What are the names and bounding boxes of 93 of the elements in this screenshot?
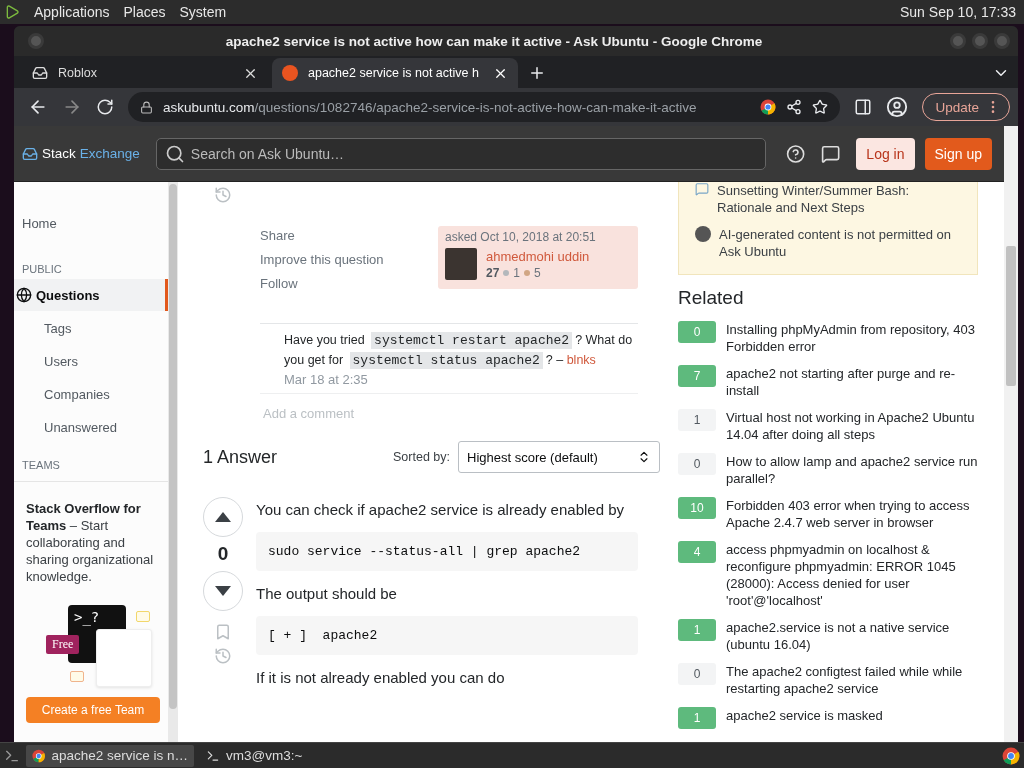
- scrollbar-thumb[interactable]: [1006, 246, 1016, 386]
- answer-count: 1 Answer: [203, 446, 279, 468]
- answer-score-tag: 7: [678, 365, 716, 387]
- search-field[interactable]: Search on Ask Ubuntu…: [155, 137, 766, 170]
- panel-menu[interactable]: System: [179, 4, 227, 20]
- down-triangle-icon: [215, 586, 231, 596]
- share-icon[interactable]: [786, 99, 803, 115]
- signup-button[interactable]: Sign up: [924, 137, 992, 170]
- answer-score-tag: 0: [678, 663, 716, 685]
- comment-text: Have you tried systemctl restart apache2 ? What do you get for systemctl status apache2 ? – blnks: [284, 331, 634, 370]
- window-title: apache2 service is not active how can make it active - Ask Ubuntu - Google Chrome: [224, 33, 764, 49]
- panel-menu[interactable]: Applications: [34, 4, 110, 20]
- bookmark-star-icon[interactable]: [812, 99, 829, 115]
- reputation: 27: [486, 265, 500, 280]
- sort-select[interactable]: Highest score (default): [458, 441, 660, 473]
- related-heading: Related: [678, 287, 745, 309]
- promo-text: Stack Overflow for Teams – Start collaborating and sharing organizational knowledge.: [26, 500, 155, 585]
- answer-score: 0: [217, 543, 229, 565]
- reload-icon[interactable]: [96, 98, 114, 116]
- site-logo[interactable]: Stack Exchange: [22, 145, 140, 162]
- site-logo-icon: [695, 226, 711, 242]
- post-action-link[interactable]: Improve this question: [260, 252, 438, 267]
- nav-link[interactable]: Unanswered: [14, 412, 168, 443]
- nav-heading: TEAMS: [21, 459, 61, 471]
- chat-icon: [695, 182, 709, 196]
- globe-icon: [16, 287, 32, 303]
- answer-score-tag: 0: [678, 453, 716, 475]
- badge-count: 5: [534, 265, 541, 280]
- speech-bubble-icon: [136, 611, 150, 622]
- nav-heading: PUBLIC: [21, 263, 63, 275]
- panel-menu[interactable]: Places: [123, 4, 166, 20]
- notice-link[interactable]: AI-generated content is not permitted on Ask Ubuntu: [719, 226, 963, 260]
- related-question-link[interactable]: apache2.service is not a native service (ubuntu 16.04): [726, 619, 978, 653]
- comment-author-link[interactable]: blnks: [566, 353, 596, 367]
- browser-icon: [32, 747, 46, 764]
- scrollbar-thumb[interactable]: [169, 184, 177, 709]
- nav-link[interactable]: Companies: [14, 379, 168, 410]
- related-question-link[interactable]: Forbidden 403 error when trying to access Apache 2.4.7 web server in browser: [726, 497, 978, 531]
- answer-score-tag: 10: [678, 497, 716, 519]
- help-icon[interactable]: [785, 143, 806, 164]
- badge-dot-icon: [503, 269, 510, 276]
- distro-logo-icon[interactable]: [4, 4, 20, 20]
- login-button[interactable]: Log in: [856, 137, 915, 170]
- notice-link[interactable]: Sunsetting Winter/Summer Bash: Rationale and Next Steps: [717, 182, 963, 216]
- address-bar[interactable]: askubuntu.com/questions/1082746/apache2-service-is-not-active-how-can-make-it-active: [128, 92, 841, 122]
- related-question-link[interactable]: access phpmyadmin on localhost & reconfigure phpmyadmin: ERROR 1045 (28000): Access denied for user 'root'@'localhost': [726, 541, 978, 609]
- related-question-link[interactable]: The apache2 configtest failed while while restarting apache2 service: [726, 663, 978, 697]
- badge-count: 1: [513, 265, 521, 280]
- taskbar-item[interactable]: apache2 service is n…: [26, 744, 194, 767]
- post-action-link[interactable]: Share: [260, 228, 438, 243]
- related-question-link[interactable]: Installing phpMyAdmin from repository, 403 Forbidden error: [726, 321, 978, 355]
- answer-score-tag: 1: [678, 619, 716, 641]
- browser-icon: [1002, 746, 1020, 765]
- related-question-link[interactable]: apache2 service is masked: [726, 707, 883, 724]
- search-icon: [164, 143, 185, 164]
- answer-paragraph: If it is not already enabled you can do: [256, 669, 506, 686]
- comment-time: Mar 18 at 2:35: [284, 372, 369, 387]
- answer-score-tag: 4: [678, 541, 716, 563]
- answer-score-tag: 0: [678, 321, 716, 343]
- browser-tab[interactable]: apache2 service is not active h: [272, 58, 518, 88]
- related-question-link[interactable]: apache2 not starting after purge and re-install: [726, 365, 978, 399]
- nav-link[interactable]: Home: [14, 208, 168, 239]
- free-label: Free: [46, 635, 80, 654]
- downvote-button[interactable]: [203, 571, 243, 611]
- terminal-icon: [206, 748, 220, 763]
- google-icon: [760, 99, 777, 115]
- taskbar-item[interactable]: vm3@vm3:~: [200, 744, 309, 767]
- code-block: [ + ] apache2: [256, 616, 638, 655]
- answer-score-tag: 1: [678, 409, 716, 431]
- answer-paragraph: The output should be: [256, 585, 398, 602]
- nav-link[interactable]: Questions: [14, 279, 168, 311]
- asked-time: asked Oct 10, 2018 at 20:51: [445, 230, 597, 244]
- nav-link[interactable]: Users: [14, 346, 168, 377]
- sort-label: Sorted by:: [393, 450, 450, 464]
- profile-icon[interactable]: [886, 96, 909, 118]
- related-question-link[interactable]: How to allow lamp and apache2 service run parallel?: [726, 453, 978, 487]
- inline-code: systemctl restart apache2: [371, 332, 573, 349]
- upvote-button[interactable]: [203, 497, 243, 537]
- lock-icon: [140, 100, 153, 114]
- code-block: sudo service --status-all | grep apache2: [256, 532, 638, 571]
- answer-paragraph: You can check if apache2 service is already enabled by: [256, 501, 625, 518]
- site-favicon-icon: [282, 65, 298, 81]
- post-action-link[interactable]: Follow: [260, 276, 438, 291]
- badge-dot-icon: [524, 269, 531, 276]
- related-question-link[interactable]: Virtual host not working in Apache2 Ubuntu 14.04 after doing all steps: [726, 409, 978, 443]
- browser-tab[interactable]: Roblox: [22, 58, 268, 88]
- side-panel-icon[interactable]: [854, 98, 873, 116]
- inline-code: systemctl status apache2: [349, 352, 543, 369]
- speech-bubble-icon: [70, 671, 84, 682]
- answer-score-tag: 1: [678, 707, 716, 729]
- nav-link[interactable]: Tags: [14, 313, 168, 344]
- panel-clock[interactable]: Sun Sep 10, 17:33: [900, 4, 1016, 20]
- up-triangle-icon: [215, 512, 231, 522]
